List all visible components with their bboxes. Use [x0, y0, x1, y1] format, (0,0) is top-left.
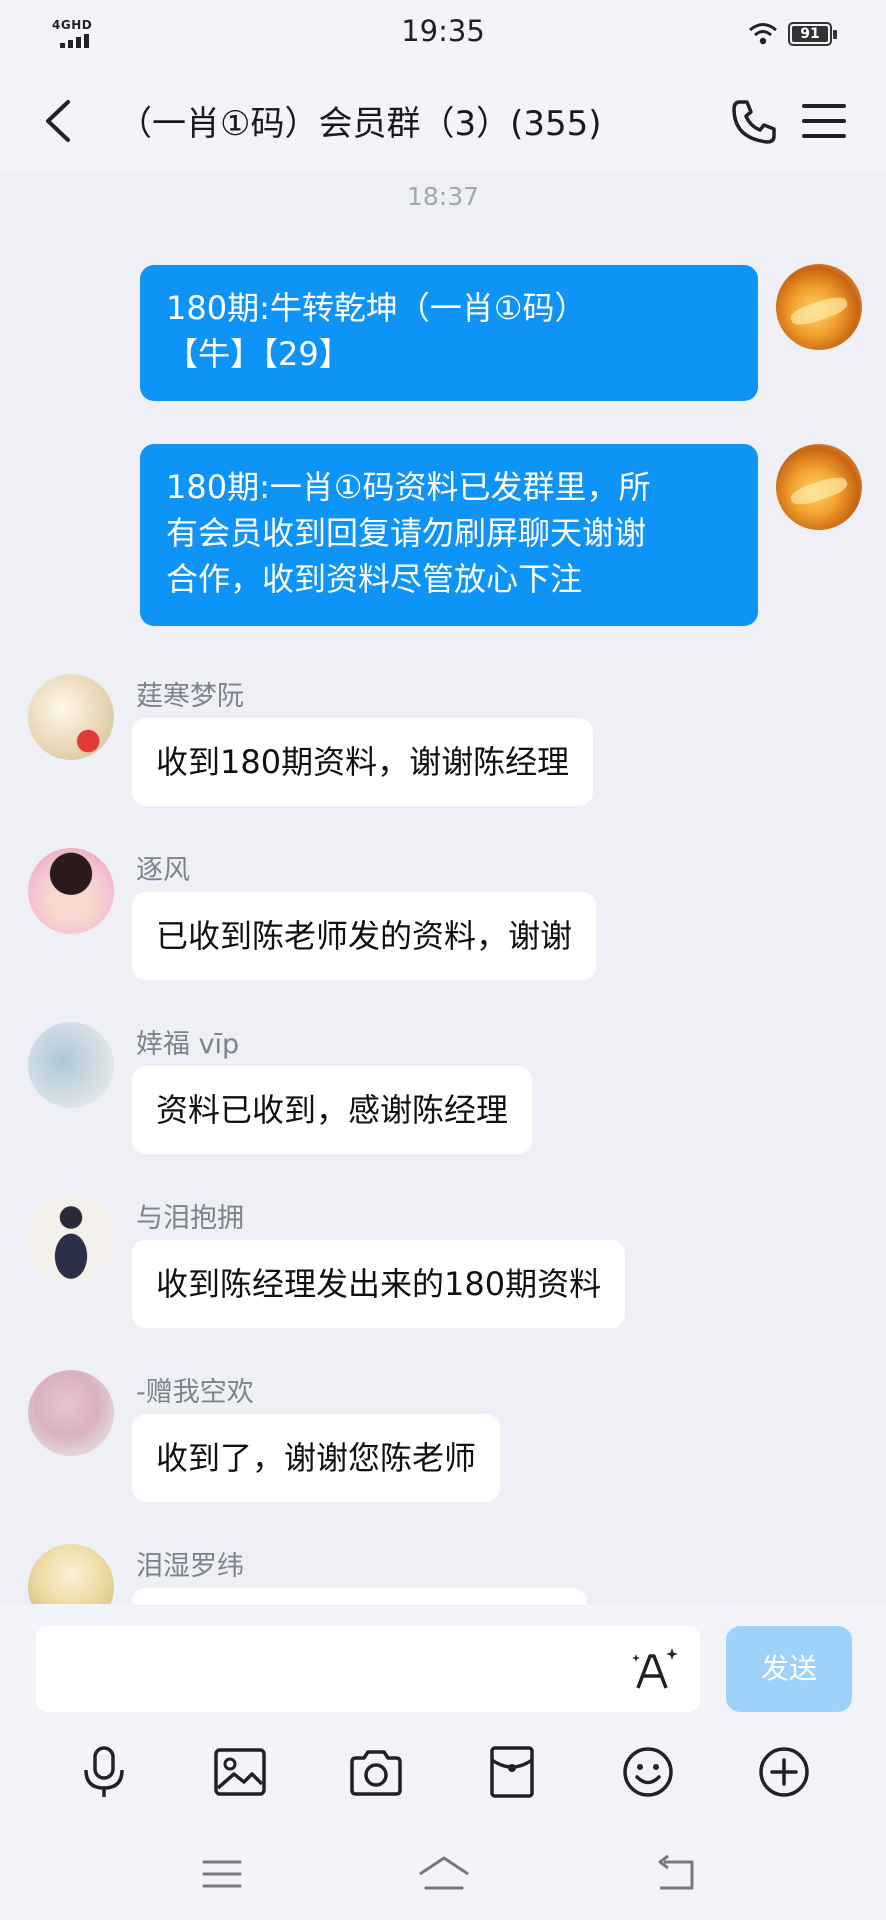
sender-avatar[interactable]	[28, 1196, 114, 1282]
red-packet-icon[interactable]	[484, 1744, 540, 1800]
message-text-line: 180期:牛转乾坤（一肖①码）	[166, 289, 587, 327]
image-gallery-icon[interactable]	[212, 1744, 268, 1800]
sender-avatar[interactable]	[28, 674, 114, 760]
system-navigation-bar	[0, 1826, 886, 1920]
message-text-line: 180期:一肖①码资料已发群里，所	[166, 468, 651, 506]
sender-avatar[interactable]	[28, 1370, 114, 1456]
message-input[interactable]	[36, 1626, 700, 1712]
sender-avatar[interactable]	[28, 1544, 114, 1604]
incoming-message-bubble[interactable]	[132, 1588, 587, 1604]
incoming-message-bubble[interactable]: 已收到陈老师发的资料，谢谢	[132, 892, 597, 980]
home-icon[interactable]	[416, 1852, 472, 1896]
recent-apps-icon[interactable]	[198, 1852, 246, 1896]
status-bar: 4GHD 19:35 91	[0, 0, 886, 70]
composer-toolbar	[0, 1732, 886, 1812]
font-style-icon[interactable]	[630, 1644, 680, 1694]
sender-name: 婞福 vīp	[136, 1029, 240, 1060]
message-list[interactable]: 18:37 180期:牛转乾坤（一肖①码） 【牛】【29】 180期:一肖①码资…	[0, 172, 886, 1604]
incoming-message-bubble[interactable]: 收到180期资料，谢谢陈经理	[132, 718, 594, 806]
outgoing-message-bubble[interactable]: 180期:一肖①码资料已发群里，所 有会员收到回复请勿刷屏聊天谢谢 合作，收到资…	[140, 444, 758, 626]
wifi-icon	[749, 23, 777, 45]
chat-header: （一肖①码）会员群（3）(355)	[0, 70, 886, 172]
menu-icon[interactable]	[802, 102, 846, 140]
my-avatar[interactable]	[776, 264, 862, 350]
incoming-message-bubble[interactable]: 收到陈经理发出来的180期资料	[132, 1240, 626, 1328]
message-text-line: 合作，收到资料尽管放心下注	[166, 560, 583, 598]
battery-level: 91	[800, 26, 820, 42]
incoming-message-bubble[interactable]: 收到了，谢谢您陈老师	[132, 1414, 501, 1502]
outgoing-message-bubble[interactable]: 180期:牛转乾坤（一肖①码） 【牛】【29】	[140, 265, 758, 401]
message-text-line: 【牛】【29】	[166, 335, 351, 373]
incoming-message-bubble[interactable]: 资料已收到，感谢陈经理	[132, 1066, 533, 1154]
phone-call-icon[interactable]	[730, 98, 778, 146]
message-text-line: 有会员收到回复请勿刷屏聊天谢谢	[166, 514, 647, 552]
sender-name: -赠我空欢	[136, 1377, 254, 1408]
composer-area: 发送	[0, 1604, 886, 1920]
send-button[interactable]: 发送	[726, 1626, 852, 1712]
battery-icon: 91	[788, 22, 837, 46]
plus-more-icon[interactable]	[756, 1744, 812, 1800]
sender-name: 泪湿罗纬	[136, 1551, 244, 1582]
sender-avatar[interactable]	[28, 848, 114, 934]
sender-name: 莛寒梦阮	[136, 681, 244, 712]
back-nav-icon[interactable]	[652, 1852, 700, 1896]
back-arrow-icon[interactable]	[40, 98, 80, 144]
microphone-icon[interactable]	[76, 1744, 132, 1800]
sender-name: 与泪抱拥	[136, 1203, 244, 1234]
my-avatar[interactable]	[776, 444, 862, 530]
camera-icon[interactable]	[348, 1744, 404, 1800]
sender-avatar[interactable]	[28, 1022, 114, 1108]
emoji-icon[interactable]	[620, 1744, 676, 1800]
chat-title[interactable]: （一肖①码）会员群（3）(355)	[118, 96, 602, 145]
message-timestamp: 18:37	[406, 182, 480, 211]
sender-name: 逐风	[136, 855, 190, 886]
